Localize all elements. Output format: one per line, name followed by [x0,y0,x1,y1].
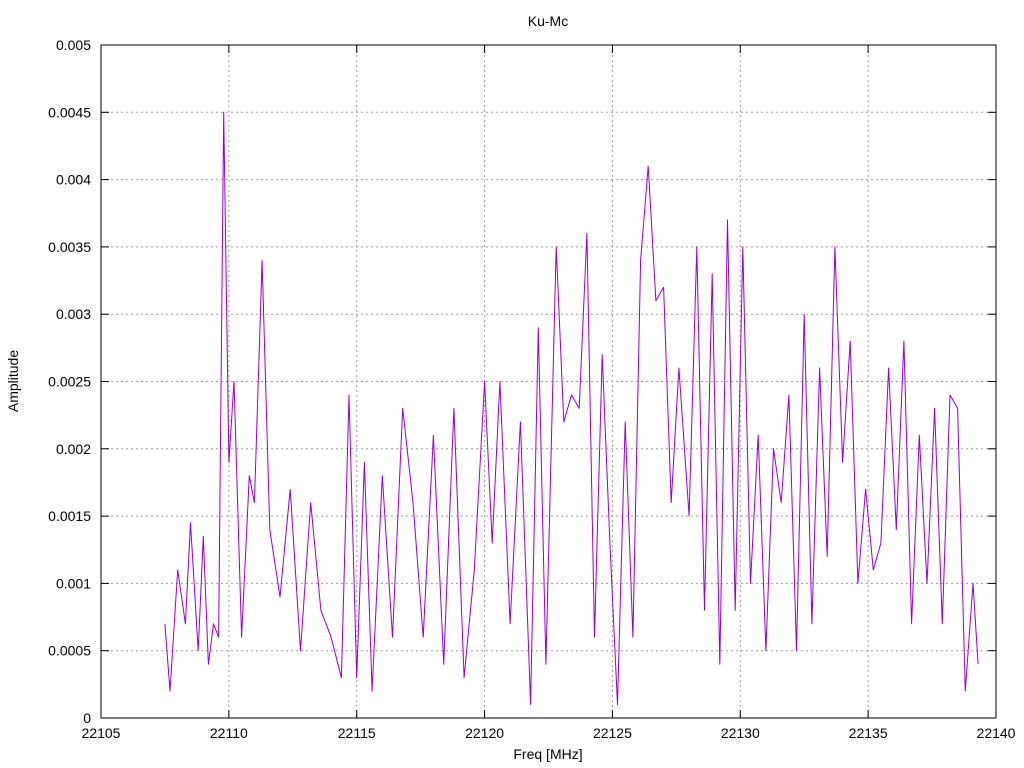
x-tick-label: 22115 [338,725,376,741]
y-tick-label: 0.0015 [48,508,91,524]
series-line [164,111,979,705]
x-axis-label: Freq [MHz] [513,746,582,762]
chart: 22105 22110 22115 22120 22125 22130 22135 22140… [0,0,1024,768]
y-tick-label: 0.002 [56,441,91,457]
y-tick-label: 0.0035 [48,239,91,255]
x-tick-label: 22130 [721,725,760,741]
y-tick-label: 0.0045 [48,104,91,120]
x-tick-label: 22120 [465,725,504,741]
y-axis-label: Amplitude [5,350,21,412]
y-tick-label: 0.0025 [48,374,91,390]
x-tick-label: 22135 [849,725,888,741]
y-tick-label: 0 [83,710,91,726]
y-tick-label: 0.001 [56,575,91,591]
y-tick-label: 0.005 [56,37,91,53]
series-layer [164,111,979,705]
y-tick-label: 0.0005 [48,643,91,659]
chart-svg: 22105 22110 22115 22120 22125 22130 22135 22140… [5,13,1016,762]
chart-title: Ku-Mc [528,13,568,29]
y-tick-label: 0.004 [56,172,91,188]
labels-layer: Ku-Mc Freq [MHz] Amplitude [5,13,583,762]
y-tick-label: 0.003 [56,306,91,322]
x-tick-label: 22140 [977,725,1016,741]
x-tick-label: 22125 [593,725,632,741]
x-tick-label: 22110 [210,725,248,741]
x-tick-label: 22105 [82,725,121,741]
grid-layer [101,45,996,718]
